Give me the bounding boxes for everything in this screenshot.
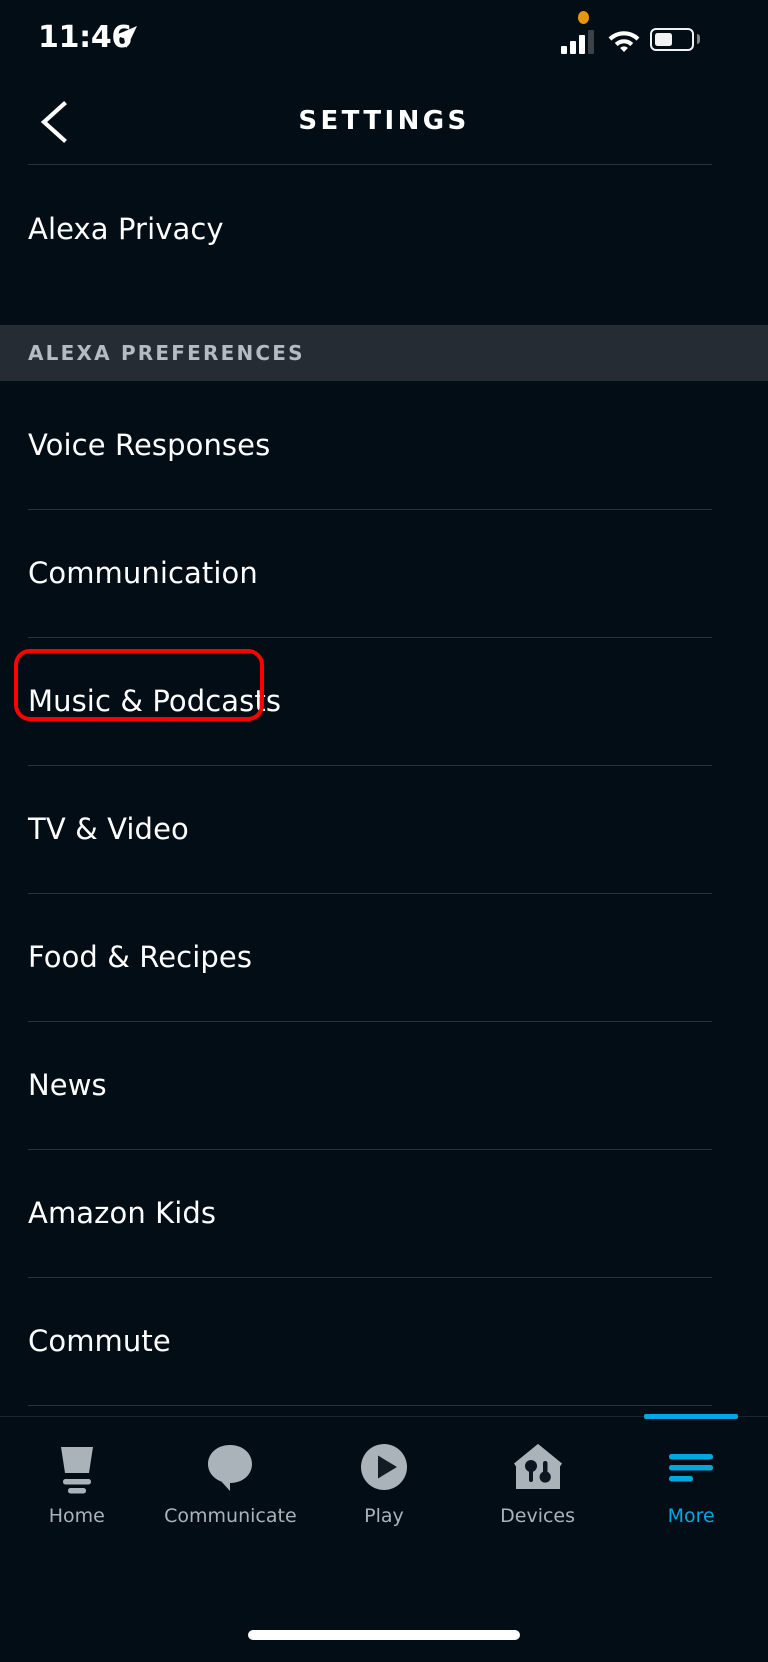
tab-more[interactable]: More <box>614 1414 768 1587</box>
tab-label: More <box>667 1505 715 1527</box>
list-item-music-and-podcasts[interactable]: Music & Podcasts <box>0 637 768 765</box>
list-item-commute[interactable]: Commute <box>0 1277 768 1405</box>
tab-label: Communicate <box>164 1505 297 1527</box>
tab-play[interactable]: Play <box>307 1417 461 1587</box>
home-indicator <box>248 1630 520 1640</box>
list-item-tv-and-video[interactable]: TV & Video <box>0 765 768 893</box>
tab-devices[interactable]: Devices <box>461 1417 615 1587</box>
play-circle-icon <box>356 1439 412 1495</box>
list-item-label: Communication <box>28 556 258 590</box>
list-item-communication[interactable]: Communication <box>0 509 768 637</box>
menu-lines-icon <box>663 1439 719 1495</box>
tab-label: Devices <box>500 1505 576 1527</box>
list-item-label: TV & Video <box>28 812 189 846</box>
battery-fill <box>654 32 672 46</box>
app-screen: 11:46 SETTINGS Alexa Privacy ALEXA PREFE… <box>0 0 768 1662</box>
list-item-label: Voice Responses <box>28 428 271 462</box>
list-item-label: Commute <box>28 1324 171 1358</box>
list-item-food-and-recipes[interactable]: Food & Recipes <box>0 893 768 1021</box>
location-arrow-icon <box>115 26 137 48</box>
speech-bubble-icon <box>202 1439 258 1495</box>
page-title: SETTINGS <box>298 106 470 136</box>
list-item-label: Food & Recipes <box>28 940 253 974</box>
list-item-label: News <box>28 1068 107 1102</box>
tab-home[interactable]: Home <box>0 1417 154 1587</box>
list-item-label: Amazon Kids <box>28 1196 217 1230</box>
battery-cap <box>697 34 700 44</box>
bottom-tab-bar: Home Communicate Play Devices More <box>0 1414 768 1587</box>
list-item-label: Music & Podcasts <box>28 684 282 718</box>
cellular-signal-icon <box>561 30 595 54</box>
tab-label: Home <box>48 1505 105 1527</box>
section-header-label: ALEXA PREFERENCES <box>28 341 305 365</box>
list-divider <box>28 1405 712 1406</box>
orange-privacy-dot-icon <box>578 11 589 24</box>
list-item-news[interactable]: News <box>0 1021 768 1149</box>
smart-home-icon <box>510 1439 566 1495</box>
wifi-icon <box>608 31 640 52</box>
list-item-label: Alexa Privacy <box>28 212 224 246</box>
navigation-header: SETTINGS <box>0 78 768 164</box>
list-item-voice-responses[interactable]: Voice Responses <box>0 381 768 509</box>
tab-active-indicator <box>644 1414 739 1419</box>
battery-icon <box>650 28 694 51</box>
status-bar: 11:46 <box>0 0 768 78</box>
list-item-alexa-privacy[interactable]: Alexa Privacy <box>0 165 768 293</box>
section-header-alexa-preferences: ALEXA PREFERENCES <box>0 325 768 381</box>
echo-device-icon <box>49 1439 105 1495</box>
tab-label: Play <box>364 1505 404 1527</box>
tab-communicate[interactable]: Communicate <box>154 1417 308 1587</box>
list-item-amazon-kids[interactable]: Amazon Kids <box>0 1149 768 1277</box>
